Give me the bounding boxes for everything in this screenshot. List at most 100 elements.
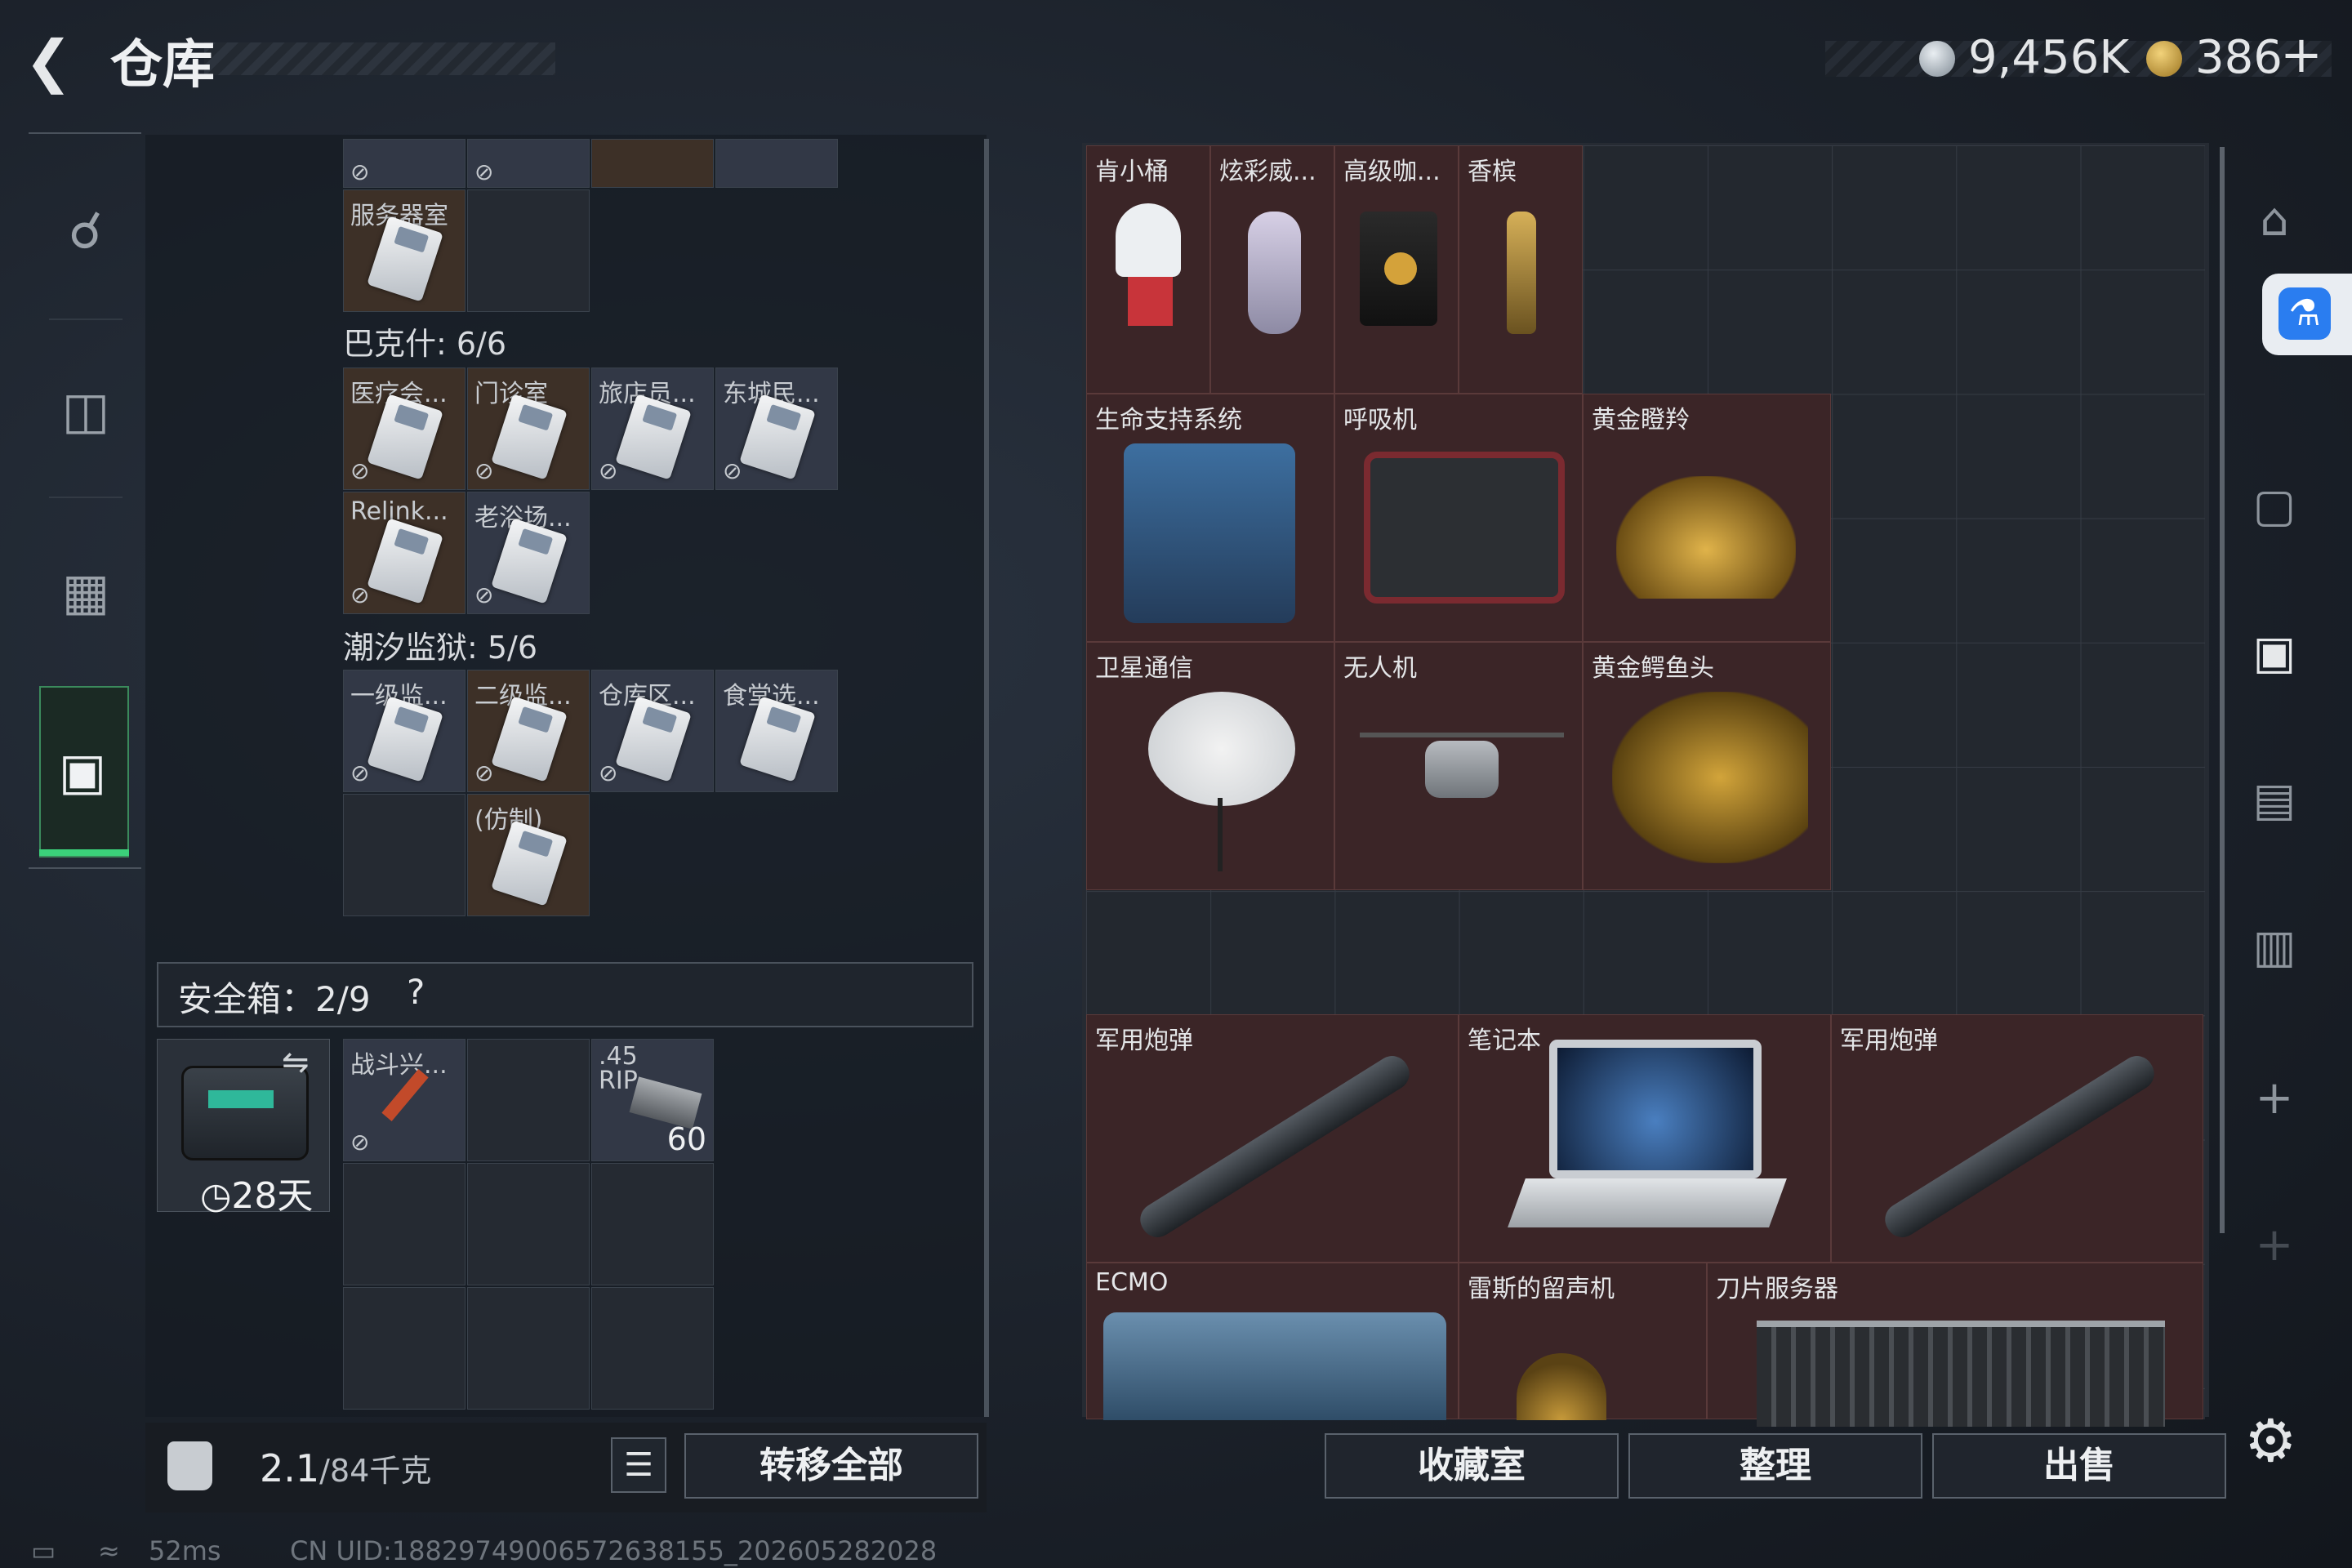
keycard-icon: [367, 518, 443, 604]
stash-item[interactable]: 炫彩威...: [1210, 145, 1334, 394]
weight-current: 2.1: [260, 1446, 320, 1490]
scrollbar[interactable]: [984, 139, 989, 1417]
stash-tab-active-icon[interactable]: ▣: [2238, 617, 2311, 690]
stash-item[interactable]: 高级咖...: [1334, 145, 1459, 394]
vest-icon[interactable]: ▦: [49, 555, 122, 629]
stash-item[interactable]: 生命支持系统: [1086, 394, 1334, 642]
currency-silver: 9,456K: [1968, 31, 2130, 84]
stash-item[interactable]: 黄金鳄鱼头: [1583, 642, 1831, 890]
settings-gear-icon[interactable]: ⚙: [2244, 1406, 2297, 1475]
currency-gold: 386: [2195, 31, 2283, 84]
safebox-title: 安全箱：2/9: [178, 979, 371, 1019]
stash-item[interactable]: 无人机: [1334, 642, 1583, 890]
key-card-item[interactable]: 老浴场... ⊘: [467, 492, 590, 614]
empty-slot[interactable]: [467, 1163, 590, 1285]
empty-slot[interactable]: [467, 189, 590, 312]
stash-scrollbar[interactable]: [2220, 147, 2225, 1233]
coffee-logo: [1384, 252, 1417, 285]
help-button[interactable]: ?: [407, 972, 425, 1012]
no-insure-icon: ⊘: [350, 581, 370, 608]
key-card-item[interactable]: 东城民... ⊘: [715, 368, 838, 490]
ventilator-icon: [1364, 452, 1565, 604]
stash-item[interactable]: 军用炮弹: [1831, 1014, 2203, 1263]
item-label: 高级咖...: [1343, 158, 1441, 186]
key-card-item[interactable]: Relink... ⊘: [343, 492, 466, 614]
no-insure-icon: ⊘: [474, 457, 494, 484]
empty-slot[interactable]: [591, 1287, 714, 1410]
stash-tab-icon[interactable]: ▢: [2238, 470, 2311, 543]
ecmo-icon: [1103, 1312, 1446, 1420]
stash-item[interactable]: 肯小桶: [1086, 145, 1210, 394]
golden-gazelle-icon: [1616, 476, 1796, 599]
item-label: 香槟: [1468, 158, 1517, 186]
item-label: ECMO: [1095, 1268, 1169, 1297]
stash-item[interactable]: 香槟: [1459, 145, 1583, 394]
card-slot[interactable]: [715, 139, 838, 188]
add-tab-icon[interactable]: +: [2238, 1062, 2311, 1135]
stash-item[interactable]: ECMO: [1086, 1263, 1459, 1420]
gold-coin-icon: [2146, 41, 2182, 77]
item-label: 肯小桶: [1095, 158, 1169, 186]
accessibility-icon[interactable]: ⚗: [2278, 287, 2331, 340]
missile-icon: [1134, 1049, 1416, 1244]
empty-slot[interactable]: [343, 1163, 466, 1285]
backpack-icon[interactable]: ◫: [49, 374, 122, 448]
item-label: 军用炮弹: [1095, 1027, 1193, 1055]
dish-stand: [1218, 798, 1223, 871]
key-card-item[interactable]: 旅店员... ⊘: [591, 368, 714, 490]
stash-tab-icon[interactable]: ▥: [2238, 911, 2311, 984]
key-card-item[interactable]: 一级监... ⊘: [343, 670, 466, 792]
group-title: 巴克什: 6/6: [343, 326, 507, 362]
bucket-icon: [1128, 277, 1173, 326]
no-insure-icon: ⊘: [723, 457, 742, 484]
list-icon: ☰: [624, 1446, 653, 1484]
stash-item[interactable]: 黄金瞪羚: [1583, 394, 1831, 642]
key-card-item[interactable]: 二级监... ⊘: [467, 670, 590, 792]
key-card-item[interactable]: (仿制): [467, 794, 590, 916]
key-card-item[interactable]: 门诊室 ⊘: [467, 368, 590, 490]
safe-item[interactable]: .45 RIP 60: [591, 1039, 714, 1161]
back-arrow-icon[interactable]: ❮: [24, 29, 90, 94]
gun-icon[interactable]: ☌: [49, 194, 122, 268]
swap-icon[interactable]: ⇋: [282, 1044, 310, 1081]
key-card-item[interactable]: 服务器室: [343, 189, 466, 312]
key-card-item[interactable]: 食堂选...: [715, 670, 838, 792]
stash-item[interactable]: 笔记本: [1459, 1014, 1831, 1263]
card-slot[interactable]: ⊘: [467, 139, 590, 188]
stash-tab-icon[interactable]: ▤: [2238, 764, 2311, 837]
sell-button[interactable]: 出售: [1932, 1433, 2226, 1499]
add-currency-button[interactable]: +: [2280, 24, 2323, 84]
gramophone-icon: [1517, 1353, 1606, 1420]
card-slot[interactable]: ⊘: [343, 139, 466, 188]
weight-max: /84千克: [319, 1453, 432, 1489]
key-card-item[interactable]: 医疗会... ⊘: [343, 368, 466, 490]
stash-item[interactable]: 卫星通信: [1086, 642, 1334, 890]
item-label: 炫彩威...: [1219, 158, 1316, 186]
stash-item[interactable]: 雷斯的留声机: [1459, 1263, 1707, 1420]
collection-room-button[interactable]: 收藏室: [1325, 1433, 1619, 1499]
no-insure-icon: ⊘: [474, 581, 494, 608]
key-card-item[interactable]: 仓库区... ⊘: [591, 670, 714, 792]
stash-item[interactable]: 军用炮弹: [1086, 1014, 1459, 1263]
item-label: 生命支持系统: [1095, 406, 1242, 434]
empty-slot[interactable]: [343, 794, 466, 916]
transfer-all-button[interactable]: 转移全部: [684, 1433, 978, 1499]
sort-button[interactable]: 整理: [1628, 1433, 1922, 1499]
stash-item[interactable]: 呼吸机: [1334, 394, 1583, 642]
item-label: 刀片服务器: [1716, 1275, 1838, 1303]
safe-item[interactable]: 战斗兴... ⊘: [343, 1039, 466, 1161]
card-slot[interactable]: [591, 139, 714, 188]
empty-slot[interactable]: [467, 1039, 590, 1161]
empty-slot[interactable]: [343, 1287, 466, 1410]
empty-slot[interactable]: [591, 1163, 714, 1285]
drone-arms: [1360, 733, 1564, 737]
empty-slot[interactable]: [467, 1287, 590, 1410]
list-view-button[interactable]: ☰: [611, 1437, 666, 1493]
stash-item[interactable]: 刀片服务器: [1707, 1263, 2203, 1427]
add-tab-icon[interactable]: +: [2238, 1209, 2311, 1282]
home-stash-icon[interactable]: ⌂: [2238, 184, 2311, 257]
item-label: Relink...: [350, 497, 448, 526]
item-label: 黄金瞪羚: [1592, 406, 1690, 434]
golden-crocodile-head-icon: [1612, 692, 1808, 863]
uid-text: CN UID:18829749006572638155_202605282028: [290, 1535, 938, 1566]
